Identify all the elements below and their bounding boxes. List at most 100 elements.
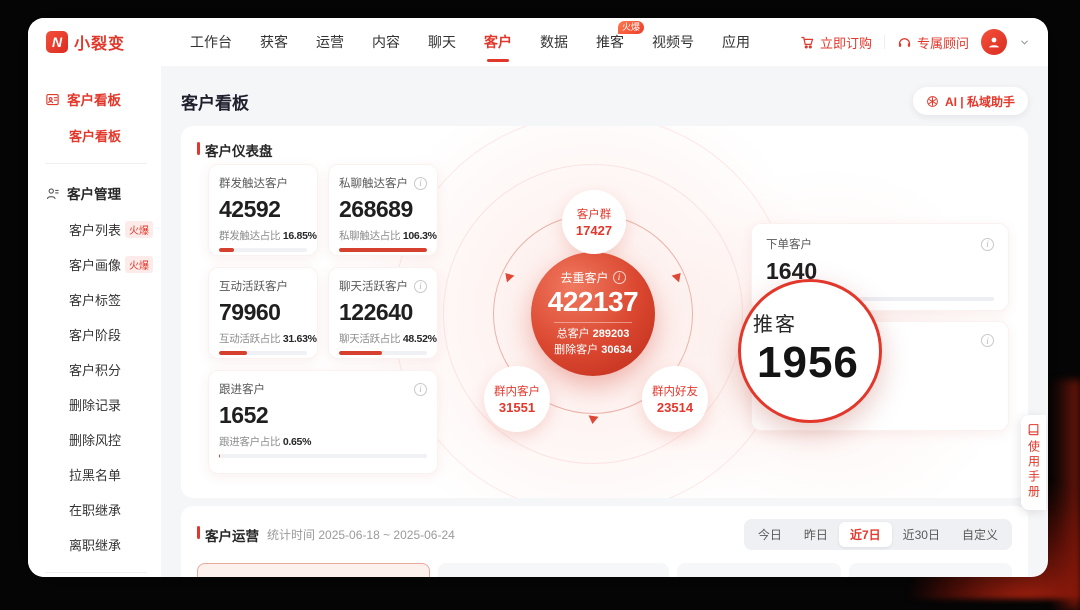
tab-deleted[interactable]: 删除客户 bbox=[863, 577, 915, 578]
order-now-button[interactable]: 立即订购 bbox=[800, 33, 872, 52]
metric-card-private-reach[interactable]: 私聊触达客户i 268689 私聊触达占比 106.3% bbox=[328, 164, 438, 256]
top-nav-bar: N 小裂变 工作台 获客 运营 内容 聊天 客户 数据 推客 火爆 视频号 应用… bbox=[28, 18, 1048, 66]
brand-logo[interactable]: N 小裂变 bbox=[46, 30, 164, 54]
filter-last30days[interactable]: 近30日 bbox=[892, 522, 951, 547]
progress-fill bbox=[339, 248, 427, 252]
metric-value: 268689 bbox=[339, 196, 427, 223]
tab-chat-active[interactable]: 聊天活跃客户 bbox=[558, 577, 636, 578]
advisor-button[interactable]: 专属顾问 bbox=[897, 33, 969, 52]
brand-logo-text: 小裂变 bbox=[74, 30, 125, 54]
magnifier-circle: 推客 1956 bbox=[738, 279, 882, 423]
metric-value: 1652 bbox=[219, 402, 427, 429]
sidebar-item-delete-risk[interactable]: 删除风控 bbox=[28, 422, 161, 457]
ai-icon bbox=[926, 95, 939, 108]
nav-item-workbench[interactable]: 工作台 bbox=[190, 32, 232, 52]
metric-card-interactive-active[interactable]: 互动活跃客户 79960 互动活跃占比 31.63% bbox=[208, 267, 318, 359]
magnifier-label: 推客 bbox=[753, 308, 797, 337]
metric-sub-label: 互动活跃占比 bbox=[219, 333, 280, 345]
bubble-customer-groups[interactable]: 客户群 17427 bbox=[562, 190, 626, 254]
sidebar-item-customer-board[interactable]: 客户看板 bbox=[28, 118, 161, 153]
metric-label: 聊天活跃客户 bbox=[339, 278, 408, 294]
progress-track bbox=[339, 248, 427, 252]
divider bbox=[884, 35, 885, 49]
metric-card-followup[interactable]: 跟进客户i 1652 跟进客户占比 0.65% bbox=[208, 370, 438, 474]
info-icon[interactable]: i bbox=[414, 177, 427, 190]
progress-fill bbox=[219, 454, 220, 458]
book-icon bbox=[1027, 423, 1040, 436]
tab-followup[interactable]: 跟进客户 bbox=[691, 577, 743, 578]
chevron-down-icon[interactable] bbox=[1019, 37, 1030, 48]
nav-item-video[interactable]: 视频号 bbox=[652, 32, 694, 52]
nav-item-tuike[interactable]: 推客 火爆 bbox=[596, 32, 624, 52]
dedup-customer-circle[interactable]: 去重客户 i 422137 总客户 289203 删除客户 30634 bbox=[531, 252, 655, 376]
sidebar-item-customer-tags[interactable]: 客户标签 bbox=[28, 282, 161, 317]
info-icon[interactable]: i bbox=[613, 271, 626, 284]
metric-card-mass-reach[interactable]: 群发触达客户 42592 群发触达占比 16.85% bbox=[208, 164, 318, 256]
metric-sub-value: 16.85% bbox=[283, 230, 317, 242]
filter-custom[interactable]: 自定义 bbox=[951, 522, 1009, 547]
stats-time: 统计时间 2025-06-18 ~ 2025-06-24 bbox=[267, 526, 455, 543]
filter-yesterday[interactable]: 昨日 bbox=[793, 522, 839, 547]
nav-item-acquisition[interactable]: 获客 bbox=[260, 32, 288, 52]
info-icon[interactable]: i bbox=[981, 238, 994, 251]
nav-item-apps[interactable]: 应用 bbox=[722, 32, 750, 52]
nav-item-content[interactable]: 内容 bbox=[372, 32, 400, 52]
info-icon[interactable]: i bbox=[414, 383, 427, 396]
tab-interactive-active[interactable]: 互动活跃客户 bbox=[452, 577, 530, 578]
progress-fill bbox=[219, 248, 234, 252]
ai-assistant-label: AI | 私域助手 bbox=[945, 93, 1015, 110]
ai-assistant-button[interactable]: AI | 私域助手 bbox=[913, 87, 1028, 115]
sidebar-item-customer-portrait[interactable]: 客户画像 火爆 bbox=[28, 247, 161, 282]
user-avatar[interactable] bbox=[981, 29, 1007, 55]
user-manual-button[interactable]: 使用手册 bbox=[1021, 415, 1046, 510]
metric-value: 79960 bbox=[219, 299, 307, 326]
sidebar-item-onjob-transfer[interactable]: 在职继承 bbox=[28, 492, 161, 527]
sidebar-item-blacklist[interactable]: 拉黑名单 bbox=[28, 457, 161, 492]
metric-sub-value: 48.52% bbox=[403, 333, 437, 345]
sidebar-section-dashboard[interactable]: 客户看板 bbox=[28, 80, 161, 118]
order-customer-label: 下单客户 bbox=[766, 236, 812, 252]
top-actions: 立即订购 专属顾问 bbox=[800, 29, 1030, 55]
bubble-label: 群内好友 bbox=[652, 383, 698, 399]
metric-label: 跟进客户 bbox=[219, 381, 265, 397]
metric-sub-label: 跟进客户占比 bbox=[219, 436, 280, 448]
bubble-value: 23514 bbox=[657, 400, 693, 415]
sidebar-item-customer-list[interactable]: 客户列表 火爆 bbox=[28, 212, 161, 247]
info-icon[interactable]: i bbox=[981, 334, 994, 347]
sidebar-section-customer-mgmt-label: 客户管理 bbox=[67, 183, 121, 203]
nav-item-chat[interactable]: 聊天 bbox=[428, 32, 456, 52]
hot-badge: 火爆 bbox=[125, 221, 153, 238]
bubble-label: 群内客户 bbox=[494, 383, 540, 399]
sidebar-item-customer-stage[interactable]: 客户阶段 bbox=[28, 317, 161, 352]
metric-label: 互动活跃客户 bbox=[219, 278, 288, 294]
metric-label: 私聊触达客户 bbox=[339, 175, 408, 191]
nav-item-customer[interactable]: 客户 bbox=[484, 32, 512, 52]
sidebar-item-delete-records[interactable]: 删除记录 bbox=[28, 387, 161, 422]
bubble-in-group-friends[interactable]: 群内好友 23514 bbox=[642, 366, 708, 432]
progress-track bbox=[339, 351, 427, 355]
bubble-in-group-customers[interactable]: 群内客户 31551 bbox=[484, 366, 550, 432]
progress-track bbox=[219, 351, 307, 355]
divider bbox=[554, 322, 632, 323]
total-customer-value: 289203 bbox=[593, 328, 630, 340]
bubble-value: 17427 bbox=[576, 223, 612, 238]
nav-item-operations[interactable]: 运营 bbox=[316, 32, 344, 52]
total-customer-label: 总客户 bbox=[557, 328, 590, 340]
filter-last7days[interactable]: 近7日 bbox=[839, 522, 892, 547]
page-title: 客户看板 bbox=[181, 89, 249, 114]
dedup-value: 422137 bbox=[548, 286, 638, 318]
deleted-customer-value: 30634 bbox=[601, 344, 632, 356]
progress-fill bbox=[219, 351, 247, 355]
nav-item-data[interactable]: 数据 bbox=[540, 32, 568, 52]
info-icon[interactable]: i bbox=[414, 280, 427, 293]
metric-card-chat-active[interactable]: 聊天活跃客户i 122640 聊天活跃占比 48.52% bbox=[328, 267, 438, 359]
operations-section-title: 客户运营 bbox=[197, 525, 259, 545]
main-content: 客户看板 AI | 私域助手 客户仪表盘 群发触达客户 42592 bbox=[161, 66, 1048, 577]
filter-today[interactable]: 今日 bbox=[747, 522, 793, 547]
bubble-label: 客户群 bbox=[577, 206, 612, 222]
sidebar-item-customer-points[interactable]: 客户积分 bbox=[28, 352, 161, 387]
sidebar-item-resign-transfer[interactable]: 离职继承 bbox=[28, 527, 161, 562]
headset-icon bbox=[897, 35, 912, 50]
sidebar-section-customer-mgmt[interactable]: 客户管理 bbox=[28, 174, 161, 212]
tab-group-active: 互动活跃客户 聊天活跃客户 i bbox=[438, 563, 669, 577]
